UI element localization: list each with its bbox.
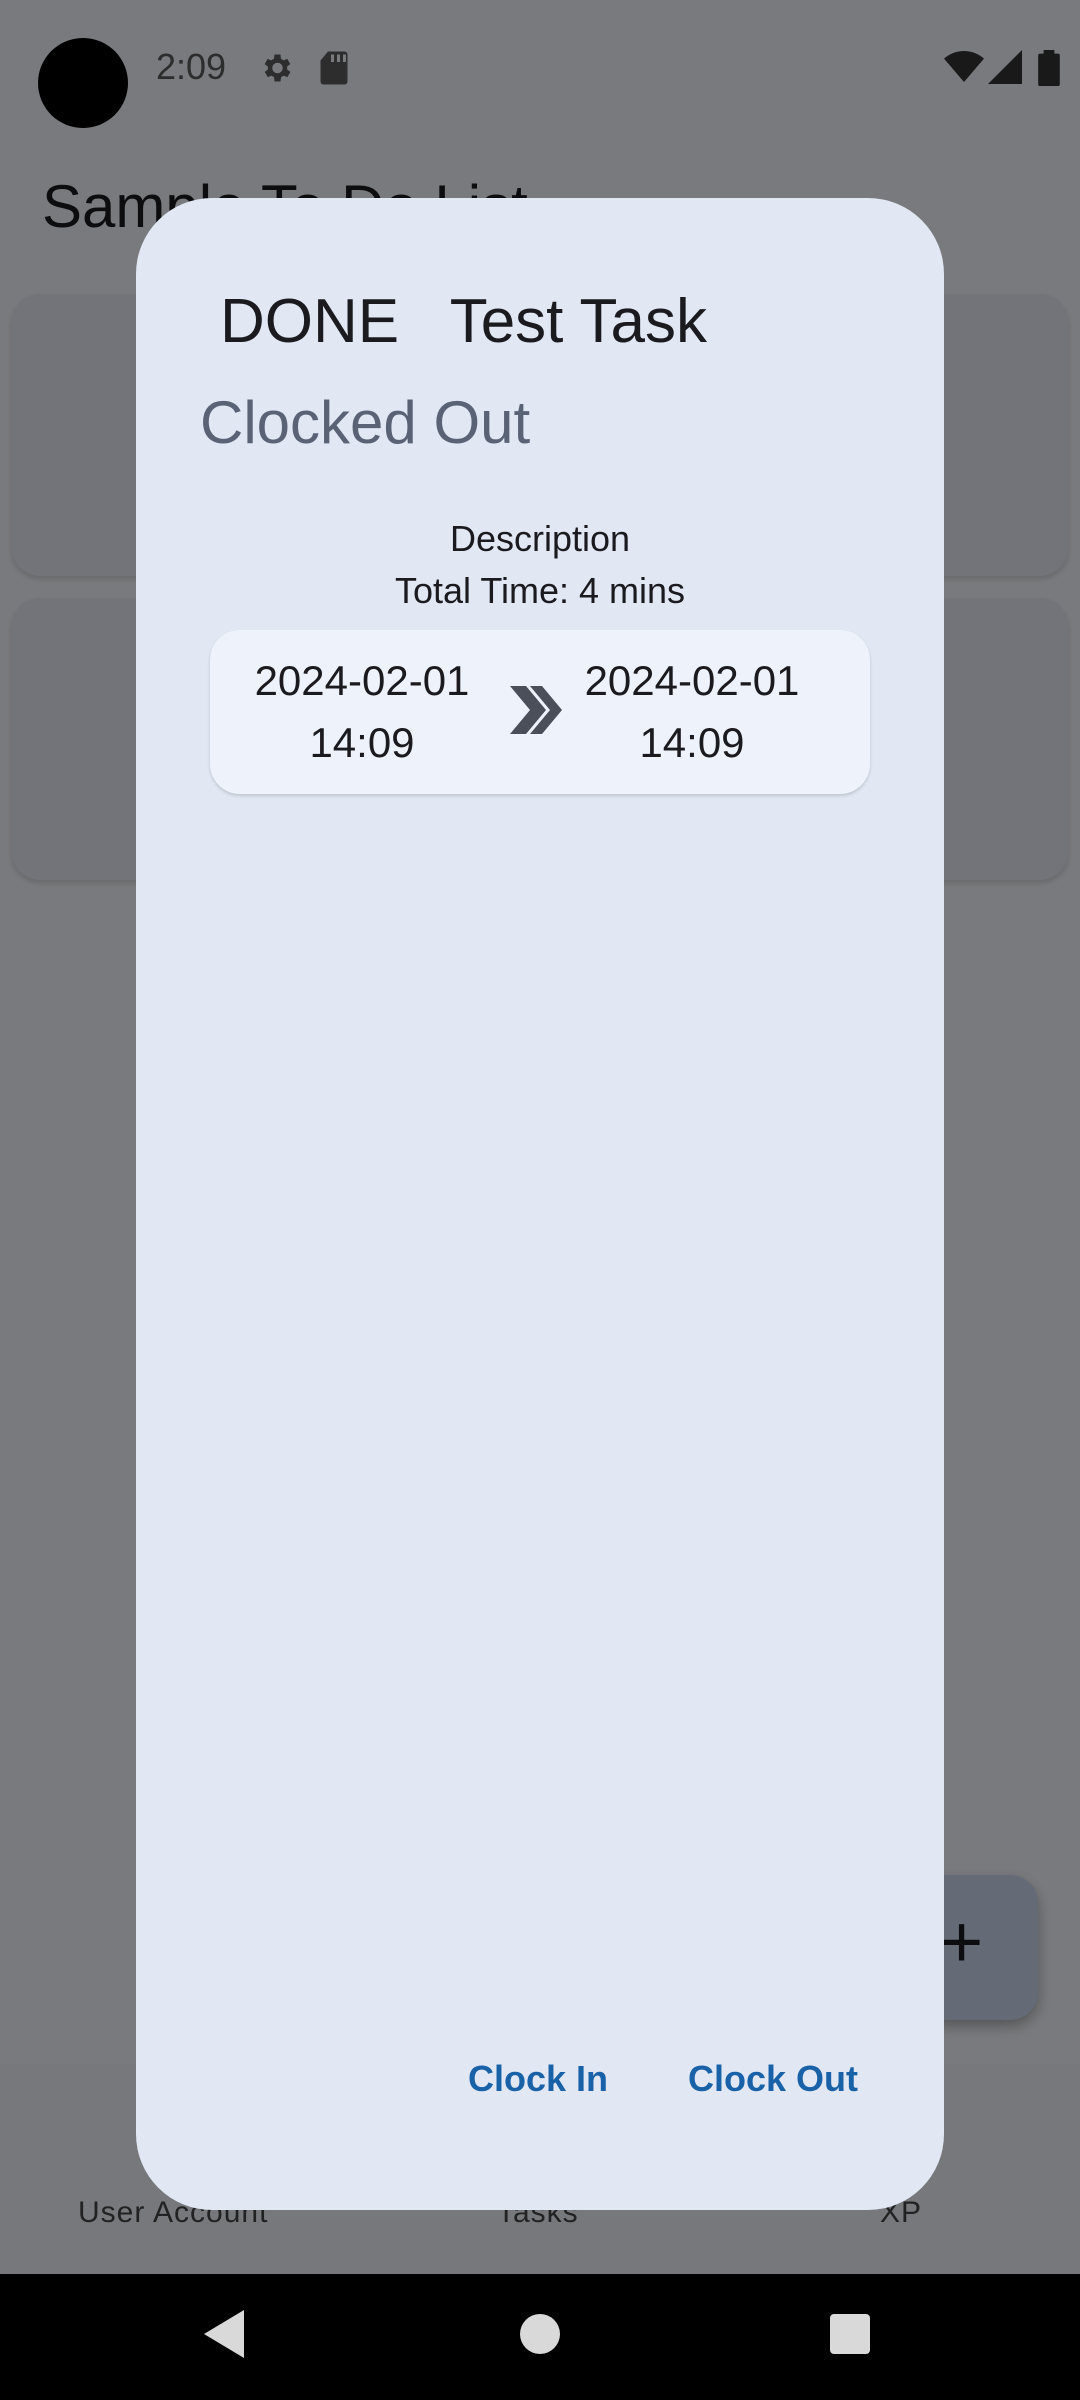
back-icon[interactable] [204,2310,244,2358]
double-chevron-right-icon [510,686,562,734]
time-entry-start: 2024-02-01 14:09 [232,650,492,774]
task-detail-dialog: DONE Test Task Clocked Out Description T… [136,198,944,2210]
clock-state: Clocked Out [200,389,531,456]
time-entry-card: 2024-02-01 14:09 2024-02-01 14:09 [210,630,870,794]
system-navigation-bar [0,2274,1080,2400]
recents-icon[interactable] [830,2314,870,2354]
home-icon[interactable] [520,2314,560,2354]
end-date: 2024-02-01 [584,657,800,704]
end-time: 14:09 [639,719,745,766]
time-entry-end: 2024-02-01 14:09 [562,650,822,774]
clock-out-button[interactable]: Clock Out [688,2058,858,2100]
dialog-title: DONE Test Task [220,286,707,357]
total-time: Total Time: 4 mins [394,570,686,611]
task-name: Test Task [449,287,707,356]
task-description: Description [449,518,631,559]
clock-in-button[interactable]: Clock In [468,2058,608,2100]
status-tag: DONE [220,287,400,356]
start-date: 2024-02-01 [254,657,470,704]
start-time: 14:09 [309,719,415,766]
